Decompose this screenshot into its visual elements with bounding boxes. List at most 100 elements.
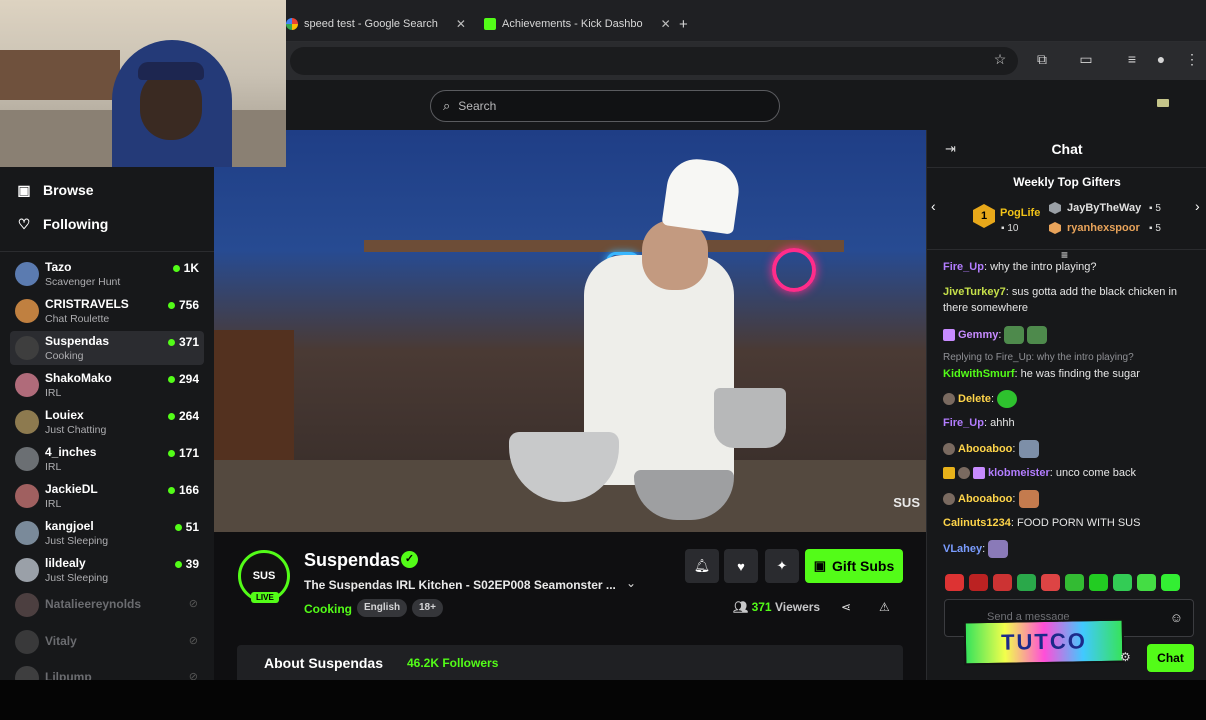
sidebar-channel-offline[interactable]: Vitaly ⊘ [10, 625, 204, 659]
nav-browse[interactable]: ▣ Browse [15, 178, 93, 202]
browser-tab-kick[interactable]: Achievements - Kick Dashbo ✕ [484, 12, 671, 36]
sidebar-channel[interactable]: 4_inches IRL 171 [10, 442, 204, 476]
live-dot-icon [167, 487, 175, 494]
gifter-name[interactable]: PogLife [1000, 207, 1040, 219]
reply-context[interactable]: Replying to Fire_Up: why the intro playi… [943, 350, 1195, 366]
avatar [15, 521, 39, 545]
bookmark-star-icon[interactable]: ☆ [990, 51, 1010, 68]
tab-label: speed test - Google Search [304, 18, 438, 30]
emote-icon[interactable] [1017, 574, 1036, 591]
sidebar-channel-active[interactable]: Suspendas Cooking 371 [10, 331, 204, 365]
sparkle-button[interactable]: ✦ [765, 549, 799, 583]
emoji-picker-icon[interactable]: ☺ [1170, 610, 1183, 625]
sidebar-channel[interactable]: JackieDL IRL 166 [10, 479, 204, 513]
gifter-name[interactable]: ryanhexspoor [1067, 222, 1140, 234]
chat-username[interactable]: klobmeister [988, 467, 1050, 479]
channel-category: Chat Roulette [45, 313, 110, 325]
close-tab-icon[interactable]: ✕ [661, 17, 671, 31]
google-favicon-icon [286, 18, 298, 30]
gifter-name[interactable]: JayByTheWay [1067, 202, 1141, 214]
media-icon[interactable]: ≡ [1122, 51, 1142, 67]
emote-icon[interactable] [945, 574, 964, 591]
gift-subs-button[interactable]: ▣ Gift Subs [805, 549, 903, 583]
chat-username[interactable]: VLahey [943, 543, 982, 555]
channel-name: Suspendas [45, 334, 110, 348]
nav-following-label: Following [43, 216, 109, 232]
emote-icon[interactable] [1161, 574, 1180, 591]
follow-button[interactable]: ♥ [724, 549, 758, 583]
gift-icon: ▣ [813, 558, 827, 573]
chat-title: Chat [1051, 141, 1083, 157]
chat-username[interactable]: JiveTurkey7 [943, 286, 1006, 298]
extensions-icon[interactable]: ⧉ [1032, 51, 1052, 68]
chevron-right-icon[interactable]: › [1195, 198, 1200, 214]
avatar [15, 336, 39, 360]
sidebar-channel[interactable]: kangjoel Just Sleeping 51 [10, 516, 204, 550]
emote-icon[interactable] [1113, 574, 1132, 591]
tag-pill[interactable]: English [357, 599, 408, 617]
chat-message: VLahey: [943, 540, 1195, 558]
emote-icon[interactable] [1089, 574, 1108, 591]
sparkle-icon: ✦ [776, 558, 788, 573]
wallet-icon[interactable] [1157, 99, 1169, 107]
sidebar-channel[interactable]: lildealy Just Sleeping 39 [10, 553, 204, 587]
new-tab-icon[interactable]: + [679, 12, 688, 36]
viewer-count-value: 171 [178, 446, 199, 460]
notification-bell-button[interactable]: 🔔︎ [685, 549, 719, 583]
browser-tab-google[interactable]: speed test - Google Search ✕ [286, 12, 466, 36]
sidebar-channel[interactable]: Louiex Just Chatting 264 [10, 405, 204, 439]
tag-pill[interactable]: 18+ [412, 599, 443, 617]
sidebar-channel[interactable]: Tazo Scavenger Hunt 1K [10, 257, 204, 291]
chat-username[interactable]: Delete [958, 393, 991, 405]
top-gifters: Weekly Top Gifters ‹ › 1 PogLife ▪ 10 Ja… [927, 168, 1206, 250]
gear-icon[interactable]: ⚙ [1120, 650, 1131, 664]
chat-username[interactable]: Abooaboo [958, 443, 1012, 455]
sidebar-channel[interactable]: CRISTRAVELS Chat Roulette 756 [10, 294, 204, 328]
chevron-left-icon[interactable]: ‹ [931, 198, 936, 214]
send-chat-button[interactable]: Chat [1147, 644, 1194, 672]
sidebar-channel-offline[interactable]: Lilpump ⊘ [10, 661, 204, 680]
share-icon[interactable]: ⋖ [841, 600, 851, 614]
emote-icon[interactable] [993, 574, 1012, 591]
streamer-name[interactable]: Suspendas [304, 550, 400, 571]
chat-username[interactable]: Calinuts1234 [943, 517, 1011, 529]
report-icon[interactable]: ⚠ [879, 600, 890, 614]
video-player[interactable]: SUS [214, 130, 926, 532]
gifter-count: ▪ 10 [1001, 223, 1019, 234]
emote-icon [1018, 490, 1039, 508]
chat-username[interactable]: Gemmy [958, 329, 998, 341]
address-bar[interactable] [290, 47, 1018, 75]
avatar [15, 262, 39, 286]
close-tab-icon[interactable]: ✕ [456, 17, 466, 31]
chevron-down-icon[interactable]: ⌄ [626, 576, 636, 590]
chat-username[interactable]: Abooaboo [958, 493, 1012, 505]
channel-name: ShakoMako [45, 371, 112, 385]
browser-menu-icon[interactable]: ⋮ [1182, 51, 1202, 68]
avatar [943, 493, 955, 505]
profile-avatar-icon[interactable]: ● [1151, 51, 1171, 67]
channel-name: Natalieereynolds [45, 597, 142, 611]
cast-icon[interactable]: ▭ [1076, 51, 1096, 68]
emote-icon[interactable] [1041, 574, 1060, 591]
sidebar-channel[interactable]: ShakoMako IRL 294 [10, 368, 204, 402]
channel-name: kangjoel [45, 519, 94, 533]
chat-username[interactable]: KidwithSmurf [943, 368, 1015, 380]
sidebar-channel-offline[interactable]: Natalieereynolds ⊘ [10, 588, 204, 622]
emote-icon[interactable] [969, 574, 988, 591]
chat-username[interactable]: Fire_Up [943, 261, 984, 273]
emote-icon[interactable] [1065, 574, 1084, 591]
chat-message-reply: Replying to Fire_Up: why the intro playi… [943, 350, 1195, 382]
chat-username[interactable]: Fire_Up [943, 417, 984, 429]
chat-header: ⇥ Chat [927, 130, 1206, 168]
stream-watermark: SUS [893, 495, 920, 510]
stream-category[interactable]: Cooking [304, 602, 352, 616]
emote-icon[interactable] [1137, 574, 1156, 591]
taskbar-area [0, 680, 1206, 720]
chat-message: Abooaboo: [943, 440, 1195, 458]
search-input[interactable]: ⌕ Search [430, 90, 780, 122]
nav-following[interactable]: ♡ Following [15, 212, 109, 236]
channel-category: Just Sleeping [45, 572, 109, 584]
sidebar: ▣ Browse ♡ Following Tazo Scavenger Hunt… [0, 167, 214, 680]
rank-badge: 1 [973, 204, 995, 228]
users-icon: 👥︎ [733, 600, 749, 614]
